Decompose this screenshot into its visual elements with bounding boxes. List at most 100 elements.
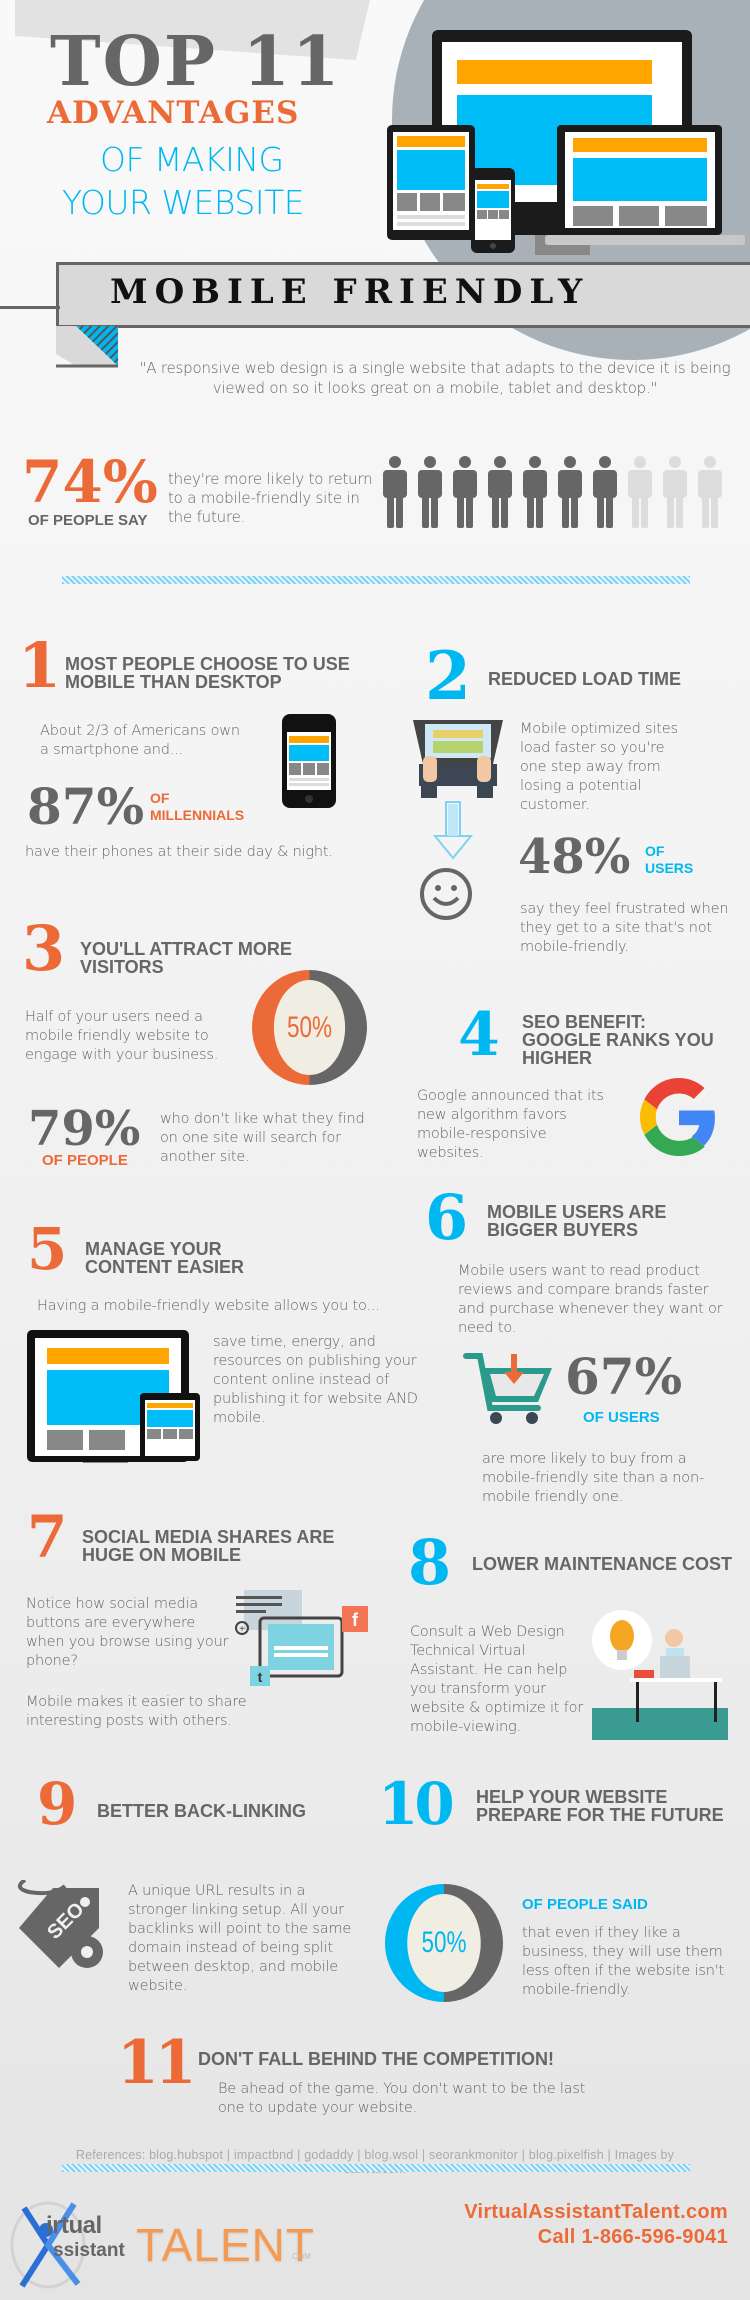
advantage-6-stat: 67%	[565, 1347, 683, 1406]
laptop-typing-icon	[413, 720, 503, 798]
advantage-3-title: YOU'LL ATTRACT MORE VISITORS	[80, 939, 292, 977]
desktop-tablet-icon	[27, 1330, 200, 1463]
person-icon-filled	[593, 456, 617, 528]
advantage-3-ring-value: 50%	[273, 980, 346, 1075]
shopping-cart-icon	[463, 1353, 552, 1424]
stat-74-value: 74%	[22, 448, 158, 516]
company-logo: irtual ssistant TALENT .COM	[8, 2200, 328, 2290]
advantage-3-intro: Half of your users need a mobile friendl…	[25, 1009, 219, 1063]
advantage-7-title: SOCIAL MEDIA SHARES ARE HUGE ON MOBILE	[82, 1527, 335, 1565]
advantage-6-stat-label: OF USERS	[583, 1409, 660, 1426]
advantage-10-outro: that even if they like a business, they …	[522, 1925, 724, 1998]
advantage-7-number: 7	[27, 1503, 68, 1571]
quote-text: "A responsive web design is a single web…	[139, 359, 731, 397]
google-logo-icon	[640, 1078, 715, 1156]
advantage-9-number: 9	[37, 1770, 78, 1838]
footer-divider	[62, 2164, 690, 2172]
advantage-3-stat-label: OF PEOPLE	[42, 1152, 128, 1169]
advantage-9-intro: A unique URL results in a stronger linki…	[128, 1883, 352, 1994]
person-icon-empty	[698, 456, 722, 528]
advantage-2-number: 2	[425, 637, 471, 715]
advantage-1-title: MOST PEOPLE CHOOSE TO USE MOBILE THAN DE…	[65, 654, 350, 692]
advantage-10-ring-chart: 50%	[385, 1884, 503, 2002]
advantage-2-intro: Mobile optimized sites load faster so yo…	[520, 721, 678, 813]
phone-number[interactable]: Call 1-866-596-9041	[464, 2225, 728, 2250]
advantage-6-intro: Mobile users want to read product review…	[458, 1263, 723, 1336]
contact-block: VirtualAssistantTalent.com Call 1-866-59…	[464, 2200, 728, 2250]
advantage-2-outro: say they feel frustrated when they get t…	[520, 901, 729, 955]
advantage-5-intro: Having a mobile-friendly website allows …	[37, 1298, 380, 1314]
stat-74-label: OF PEOPLE SAY	[28, 512, 148, 529]
banner-left-line	[0, 306, 60, 309]
person-icon-filled	[523, 456, 547, 528]
advantage-2-stat-label-1: OF	[645, 843, 665, 859]
advantage-7-intro: Notice how social media buttons are ever…	[26, 1596, 229, 1669]
advantage-3-stat: 79%	[28, 1101, 141, 1157]
advantage-4-number: 4	[458, 1000, 500, 1070]
smartphone-icon	[282, 714, 336, 808]
advantage-3-number: 3	[22, 912, 66, 985]
advantage-5-outro: save time, energy, and resources on publ…	[213, 1334, 418, 1426]
svg-text:+: +	[239, 1624, 245, 1635]
advantage-1-intro: About 2/3 of Americans own a smartphone …	[40, 723, 240, 758]
svg-text:t: t	[258, 1669, 263, 1685]
advantage-11-title: DON'T FALL BEHIND THE COMPETITION!	[198, 2049, 554, 2069]
advantage-2-stat-label-2: USERS	[645, 860, 694, 876]
advantage-2-title: REDUCED LOAD TIME	[488, 669, 681, 689]
title-top-11: TOP 11	[50, 22, 342, 102]
person-icon-filled	[488, 456, 512, 528]
title-your-website: YOUR WEBSITE	[62, 183, 305, 222]
advantage-5-title: MANAGE YOUR CONTENT EASIER	[85, 1239, 245, 1277]
responsive-devices-icon	[387, 30, 745, 255]
banner-fold	[56, 326, 118, 368]
advantage-1-stat-label-2: MILLENNIALS	[150, 807, 245, 823]
person-icon-filled	[558, 456, 582, 528]
advantage-6-outro: are more likely to buy from a mobile-fri…	[482, 1451, 704, 1505]
advantage-11-intro: Be ahead of the game. You don't want to …	[218, 2081, 586, 2116]
advantage-6-number: 6	[425, 1181, 469, 1254]
svg-text:f: f	[352, 1610, 359, 1630]
advantage-8-title: LOWER MAINTENANCE COST	[472, 1554, 732, 1574]
advantage-1-stat: 87%	[27, 777, 145, 836]
advantage-10-stat-label: OF PEOPLE SAID	[522, 1896, 648, 1913]
arrow-down-icon	[433, 801, 473, 860]
logo-word-com: .COM	[290, 2252, 311, 2261]
advantage-4-intro: Google announced that its new algorithm …	[417, 1088, 604, 1161]
advantage-1-outro: have their phones at their side day & ni…	[25, 844, 333, 860]
advantage-8-intro: Consult a Web Design Technical Virtual A…	[410, 1624, 584, 1735]
title-of-making: OF MAKING	[100, 140, 284, 179]
advantage-10-number: 10	[378, 1770, 455, 1838]
advantage-3-ring-chart: 50%	[252, 970, 367, 1085]
logo-word-talent: TALENT	[136, 2219, 315, 2271]
advantage-1-stat-label-1: OF	[150, 790, 170, 806]
stat-74-text: they're more likely to return to a mobil…	[168, 470, 373, 526]
logo-word-assistant: ssistant	[53, 2240, 125, 2261]
person-icon-filled	[453, 456, 477, 528]
advantage-2-stat: 48%	[518, 829, 631, 885]
person-icon-empty	[663, 456, 687, 528]
website-link[interactable]: VirtualAssistantTalent.com	[464, 2200, 728, 2225]
worker-desk-icon	[592, 1610, 728, 1740]
person-icon-empty	[628, 456, 652, 528]
title-advantages: ADVANTAGES	[47, 95, 300, 131]
person-icon-filled	[418, 456, 442, 528]
advantage-5-number: 5	[27, 1215, 68, 1283]
social-tablet-icon: + f t	[235, 1590, 368, 1686]
advantage-9-title: BETTER BACK-LINKING	[97, 1801, 306, 1821]
advantage-1-number: 1	[18, 629, 62, 702]
advantage-3-outro: who don't like what they find on one sit…	[160, 1111, 365, 1165]
advantage-11-number: 11	[117, 2028, 196, 2098]
advantage-6-title: MOBILE USERS ARE BIGGER BUYERS	[487, 1202, 667, 1240]
advantage-10-title: HELP YOUR WEBSITE PREPARE FOR THE FUTURE	[476, 1787, 724, 1825]
banner-title: MOBILE FRIENDLY	[110, 272, 590, 312]
advantage-4-title: SEO BENEFIT: GOOGLE RANKS YOU HIGHER	[522, 1012, 714, 1068]
advantage-7-outro: Mobile makes it easier to share interest…	[26, 1694, 247, 1729]
advantage-10-ring-value: 50%	[407, 1894, 481, 1992]
advantage-8-number: 8	[408, 1526, 452, 1599]
seo-tag-icon: SEO	[17, 1880, 103, 1968]
logo-word-virtual: irtual	[46, 2212, 102, 2239]
smiley-face-icon	[420, 868, 472, 920]
section-divider	[62, 576, 690, 584]
person-icon-filled	[383, 456, 407, 528]
people-pictogram	[380, 455, 725, 530]
